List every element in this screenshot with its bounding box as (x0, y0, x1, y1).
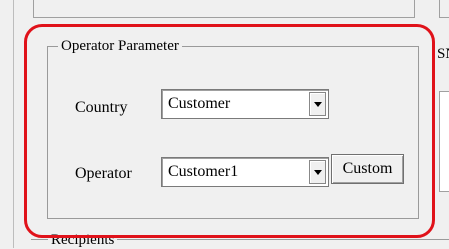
operator-select-value: Customer1 (168, 163, 239, 180)
sn-label: SN (437, 46, 449, 62)
country-label: Country (75, 99, 128, 116)
custom-button[interactable]: Custom (331, 154, 404, 184)
country-select[interactable]: Customer (161, 89, 329, 119)
operator-parameter-group (47, 46, 419, 219)
top-right-panel (439, 0, 449, 18)
operator-parameter-title: Operator Parameter (58, 37, 182, 55)
country-select-value: Customer (168, 95, 231, 112)
top-panel (33, 0, 415, 18)
operator-dropdown-button[interactable] (309, 160, 326, 184)
chevron-down-icon (313, 169, 322, 175)
country-dropdown-button[interactable] (309, 92, 326, 116)
operator-label: Operator (75, 165, 132, 182)
recipients-title: Recipients (48, 231, 118, 249)
operator-select[interactable]: Customer1 (161, 157, 329, 187)
frame-edge (13, 0, 14, 248)
right-list-box[interactable] (439, 91, 449, 192)
chevron-down-icon (313, 101, 322, 107)
